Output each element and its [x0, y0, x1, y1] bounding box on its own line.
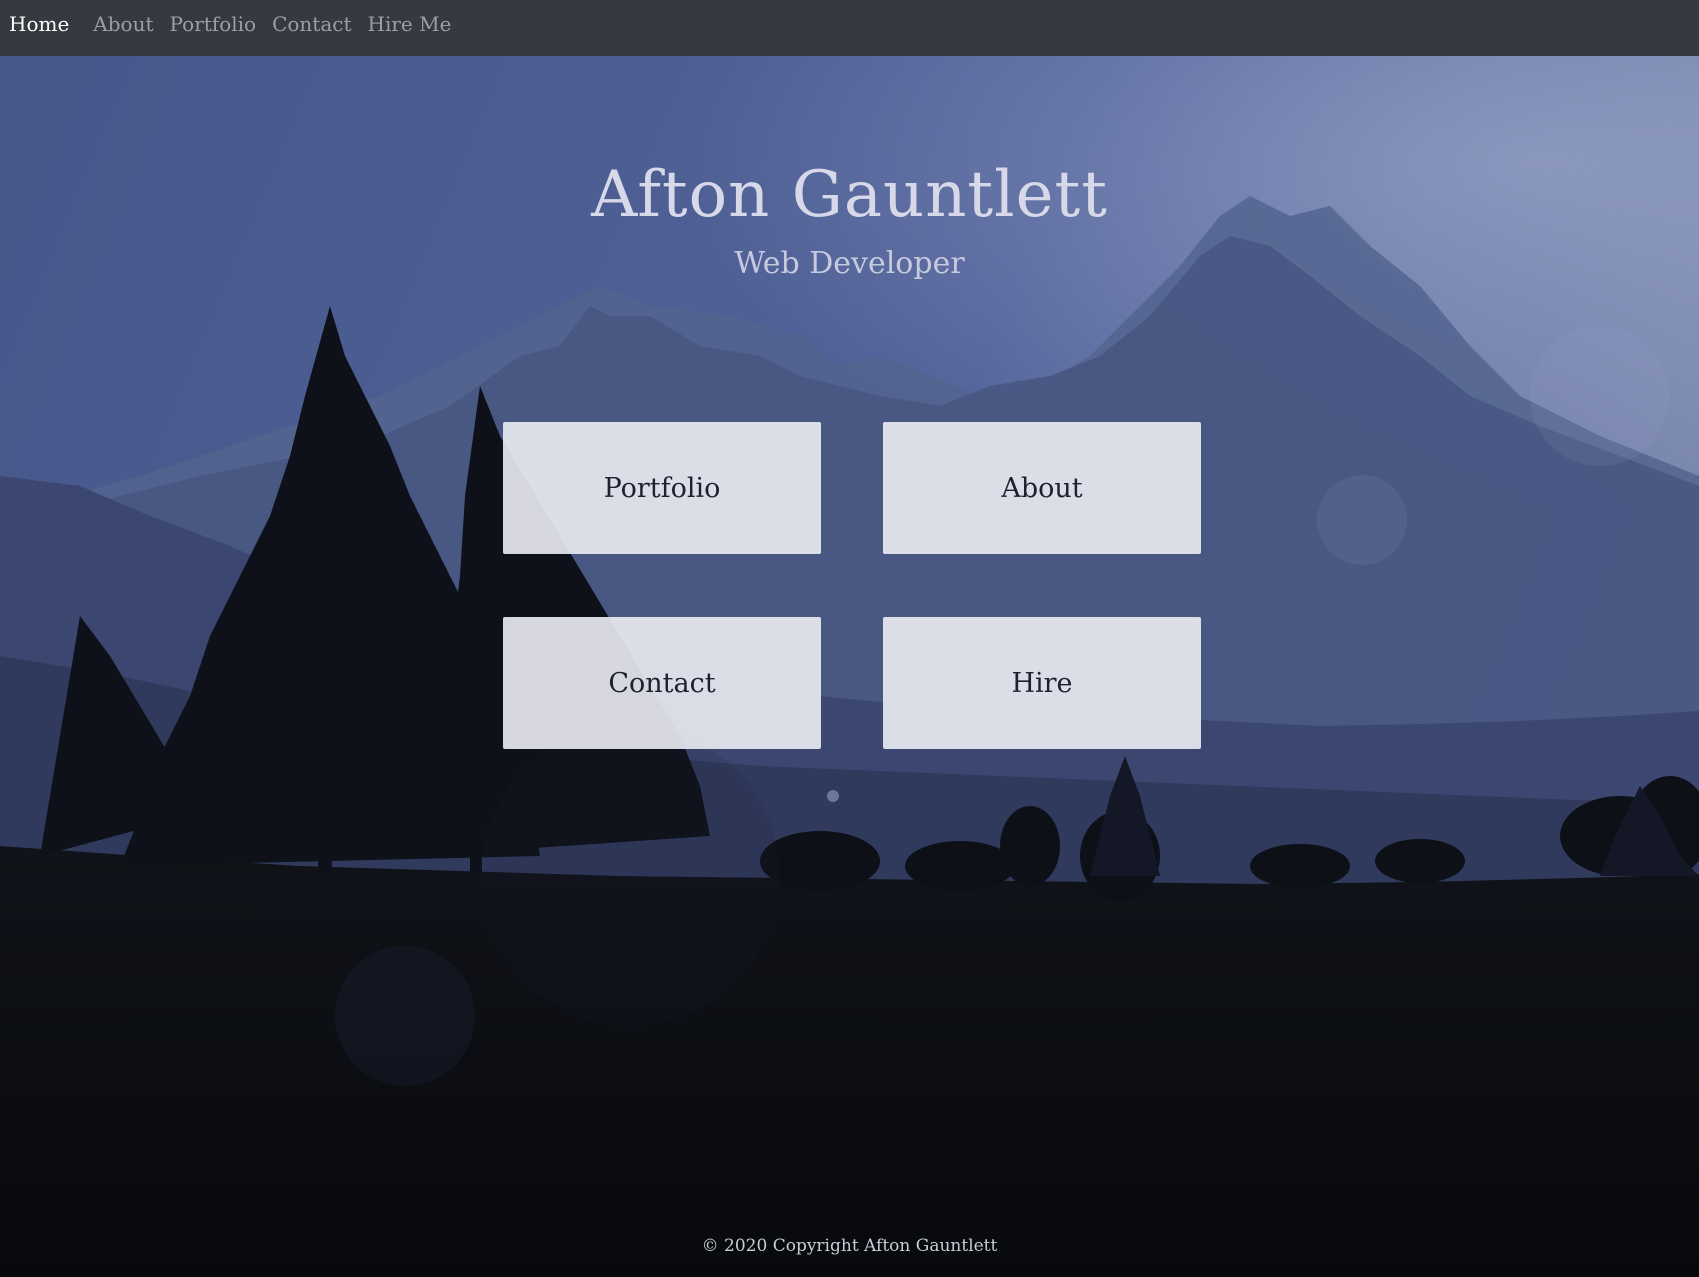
top-navbar: Home About Portfolio Contact Hire Me: [0, 0, 1699, 56]
page: Home About Portfolio Contact Hire Me Aft…: [0, 0, 1699, 1277]
portfolio-tile-button[interactable]: Portfolio: [503, 422, 821, 554]
about-tile-button[interactable]: About: [883, 422, 1201, 554]
nav-link-hire-me[interactable]: Hire Me: [368, 12, 452, 36]
nav-link-contact[interactable]: Contact: [272, 12, 351, 36]
nav-link-about[interactable]: About: [93, 12, 153, 36]
contact-tile-button[interactable]: Contact: [503, 617, 821, 749]
hire-tile-button[interactable]: Hire: [883, 617, 1201, 749]
hero-title: Afton Gauntlett: [591, 158, 1108, 232]
nav-link-home[interactable]: Home: [9, 12, 69, 36]
footer-copyright: © 2020 Copyright Afton Gauntlett: [701, 1236, 998, 1256]
hero-subtitle: Web Developer: [734, 246, 965, 281]
nav-link-portfolio[interactable]: Portfolio: [170, 12, 257, 36]
nav-links: Home About Portfolio Contact Hire Me: [9, 0, 467, 48]
background-landscape: [0, 56, 1699, 1277]
